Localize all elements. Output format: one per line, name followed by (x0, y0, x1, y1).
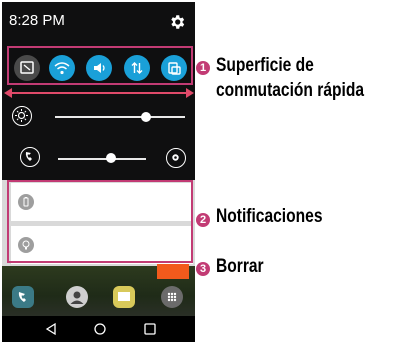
callout-number-1: 1 (196, 61, 210, 75)
notifications-highlight (7, 180, 193, 263)
contacts-app-icon[interactable] (66, 286, 88, 308)
phone-screen: 8:28 PM (2, 2, 195, 342)
volume-slider[interactable] (58, 158, 146, 160)
capture-icon (20, 61, 34, 74)
callout-quick-settings-line2: conmutación rápida (216, 80, 365, 101)
wifi-toggle[interactable] (49, 55, 75, 81)
volume-slider-handle[interactable] (105, 153, 116, 163)
home-icon[interactable] (94, 323, 106, 335)
messaging-app-icon[interactable] (113, 286, 135, 308)
callout-notifications: Notificaciones (216, 206, 323, 227)
callout-number-3: 3 (196, 262, 210, 276)
recent-apps-icon[interactable] (144, 323, 156, 335)
app-drawer-icon[interactable] (161, 286, 183, 308)
wifi-icon (54, 62, 70, 75)
callout-clear: Borrar (216, 256, 264, 277)
brightness-icon (12, 106, 32, 126)
ringtone-volume-icon[interactable] (20, 147, 40, 167)
volume-settings-icon[interactable] (166, 148, 186, 168)
volume-toggle[interactable] (86, 55, 112, 81)
callout-quick-settings-line1: Superficie de (216, 55, 314, 76)
screen-rotation-icon (168, 62, 181, 75)
clear-button[interactable] (157, 264, 189, 279)
brightness-slider-handle[interactable] (141, 112, 151, 122)
data-transfer-icon (131, 62, 143, 74)
back-icon[interactable] (45, 322, 56, 336)
phone-app-icon[interactable] (12, 286, 34, 308)
rotation-toggle[interactable] (161, 55, 187, 81)
status-time: 8:28 PM (9, 12, 65, 29)
settings-gear-icon[interactable] (168, 13, 186, 31)
data-transfer-toggle[interactable] (124, 55, 150, 81)
notification-panel: 8:28 PM (2, 2, 195, 180)
callout-number-2: 2 (196, 213, 210, 227)
navigation-bar (2, 316, 195, 342)
brightness-slider[interactable] (55, 116, 185, 118)
swipe-right-arrow-icon (186, 88, 194, 98)
volume-icon (94, 63, 105, 73)
capture-toggle[interactable] (14, 55, 40, 81)
swipe-indicator (10, 92, 186, 94)
